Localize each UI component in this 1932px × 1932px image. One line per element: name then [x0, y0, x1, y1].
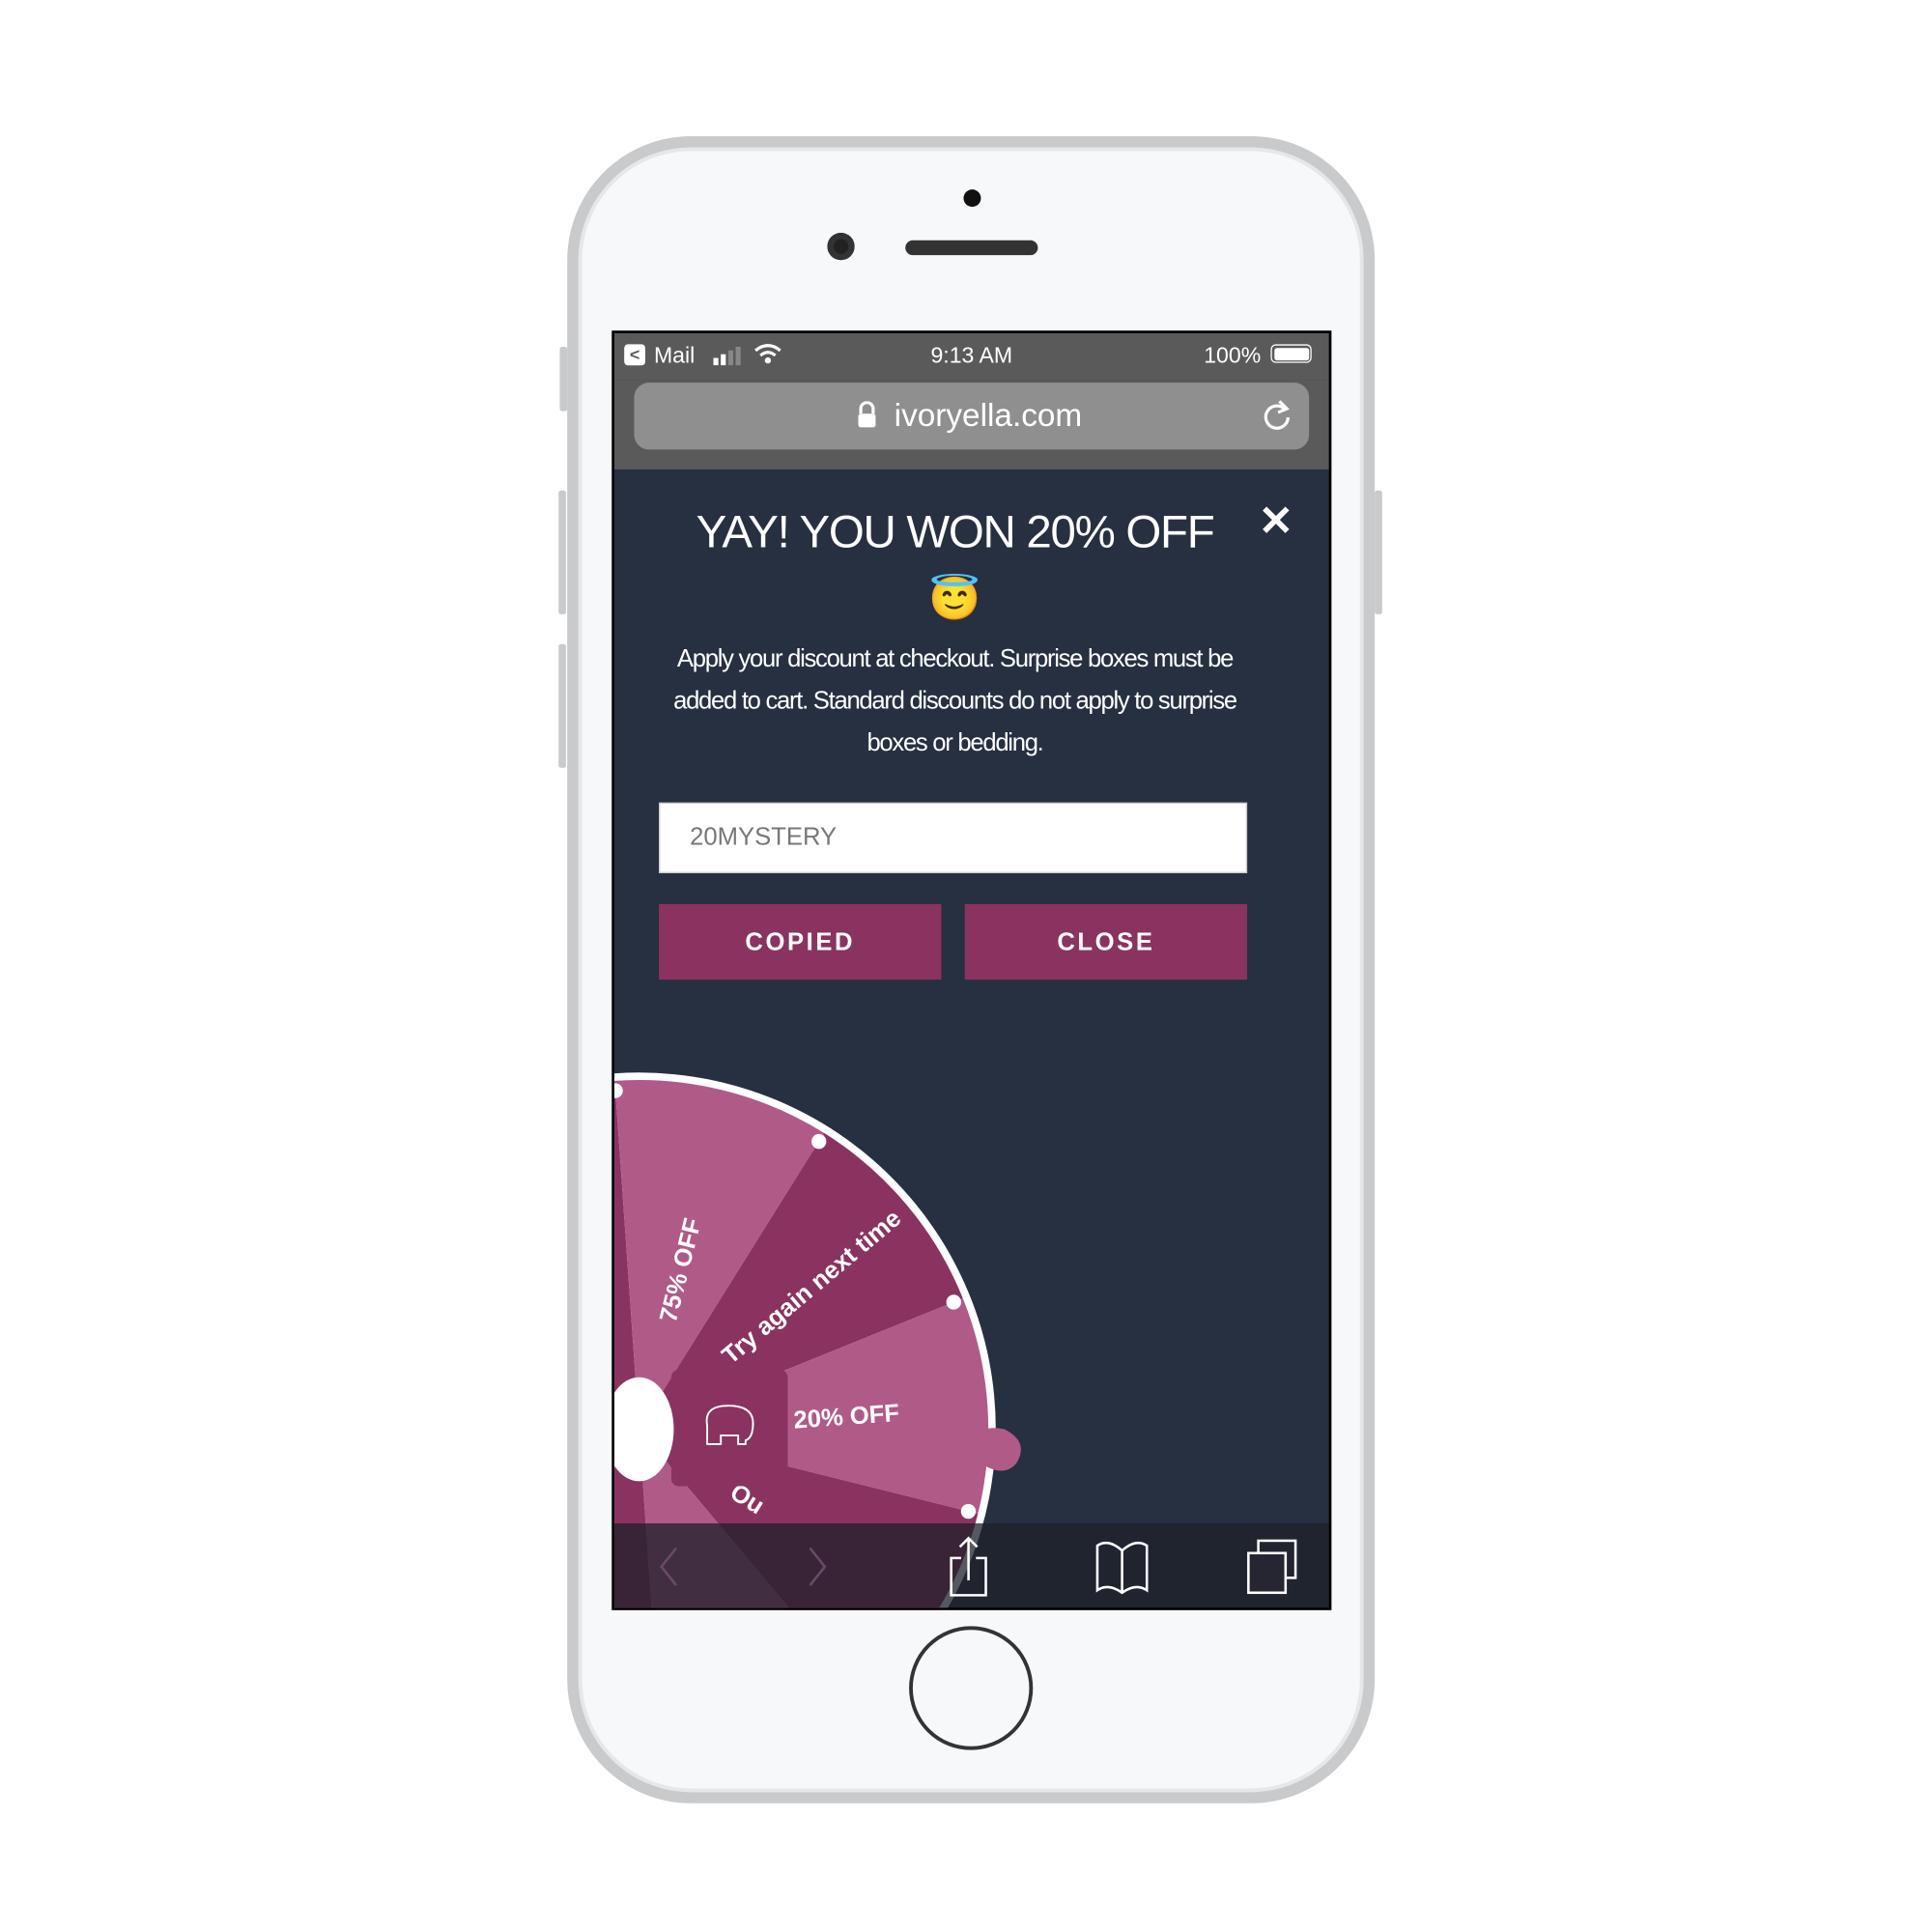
power-button	[1375, 490, 1382, 614]
earpiece-speaker	[905, 240, 1038, 256]
front-camera	[827, 233, 855, 261]
wheel-peg	[946, 1294, 961, 1310]
volume-up-button	[558, 490, 566, 614]
volume-down-button	[558, 643, 566, 768]
back-arrow-icon[interactable]	[639, 1536, 701, 1598]
screen: < Mail 9:13 AM 100% ivoryella.com ✕ YAY!…	[611, 330, 1332, 1610]
proximity-sensor	[963, 189, 981, 208]
bookmarks-icon[interactable]	[1092, 1536, 1153, 1598]
browser-toolbar	[613, 1522, 1329, 1608]
wheel-peg	[960, 1503, 977, 1520]
home-button[interactable]	[909, 1626, 1034, 1750]
forward-arrow-icon[interactable]	[787, 1536, 849, 1598]
mute-switch	[559, 346, 568, 412]
wheel-peg	[811, 1133, 827, 1150]
share-icon[interactable]	[939, 1536, 1001, 1598]
prize-wheel: 75% OFF Try again next time20% OFFOu	[613, 1072, 1021, 1608]
tabs-icon[interactable]	[1243, 1536, 1305, 1598]
wheel-center-badge	[670, 1370, 788, 1487]
